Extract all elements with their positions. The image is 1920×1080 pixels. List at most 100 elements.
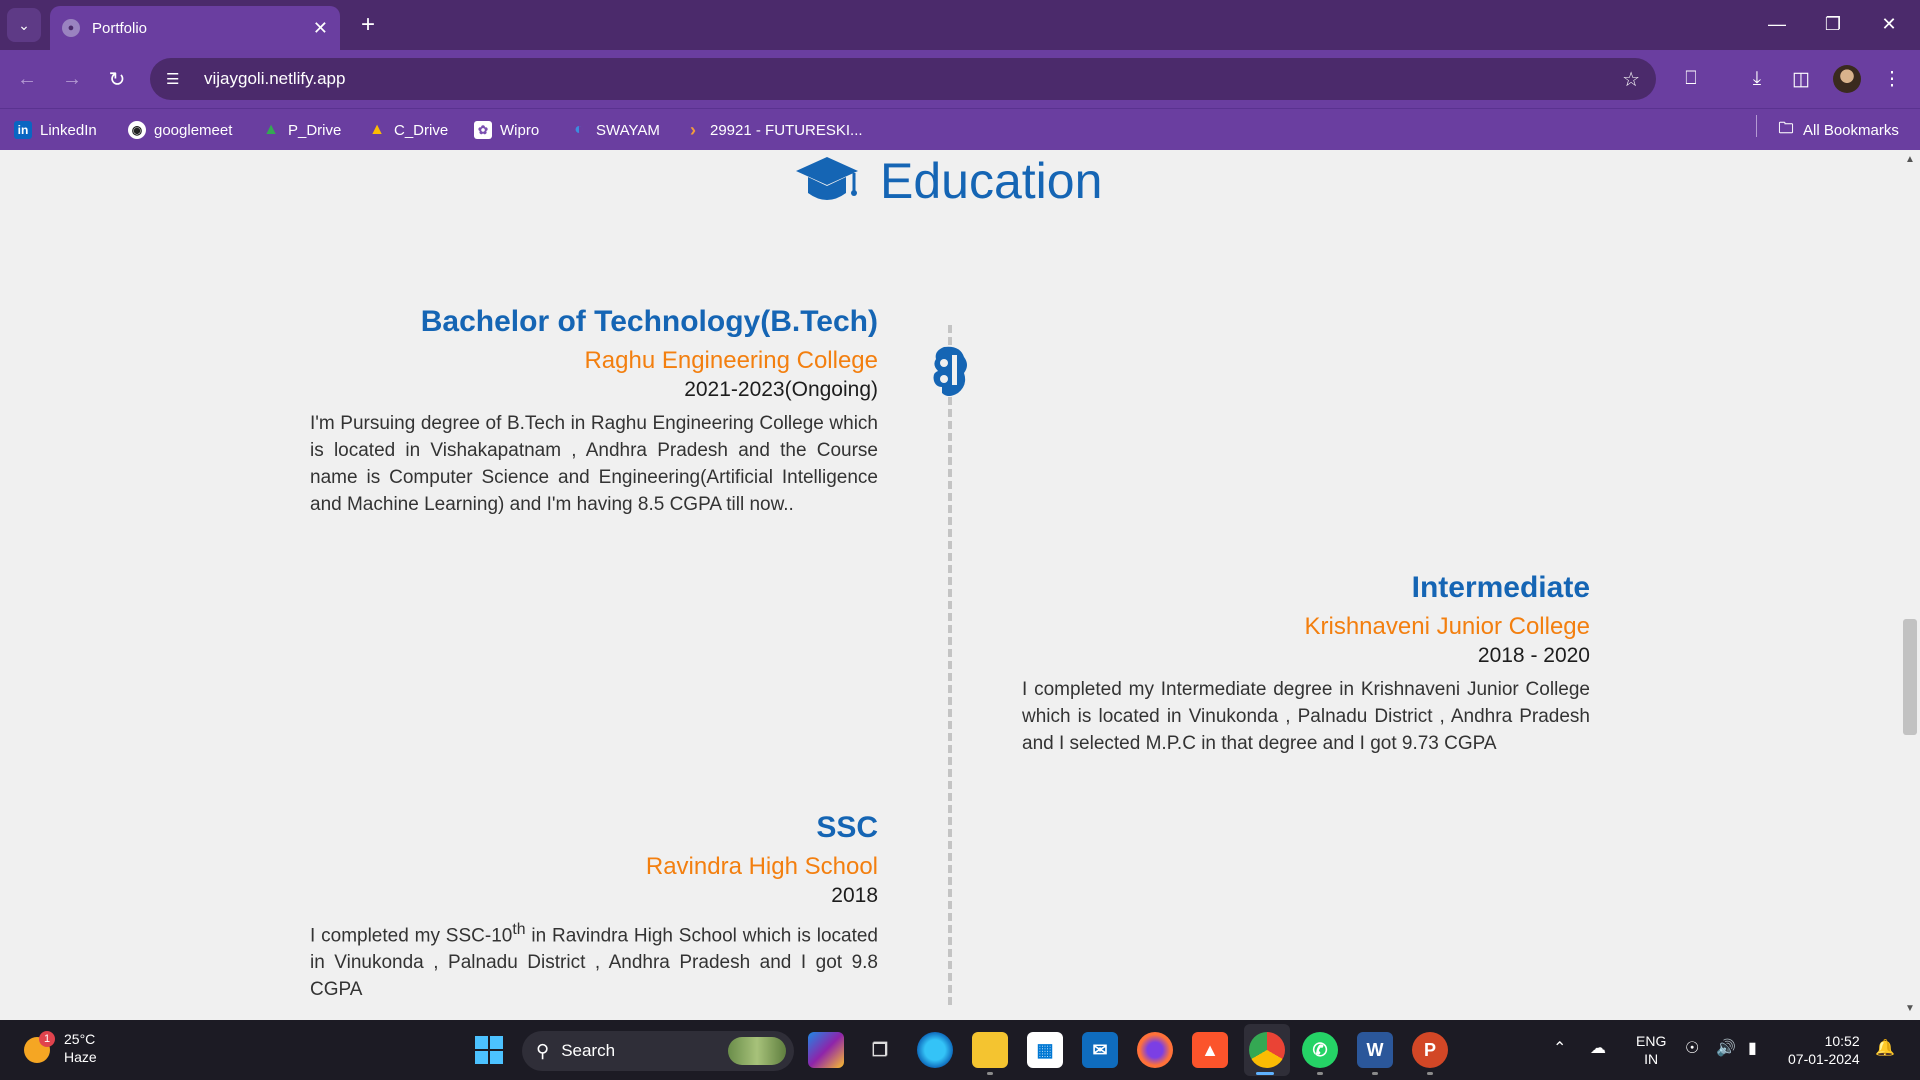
- entry-description: I completed my SSC-10th in Ravindra High…: [310, 916, 878, 1003]
- weather-widget[interactable]: 1 25°C Haze: [20, 1030, 97, 1066]
- bookmark-label: 29921 - FUTURESKI...: [710, 121, 863, 139]
- onedrive-cloud-icon[interactable]: ☁: [1590, 1038, 1606, 1058]
- college-name: Raghu Engineering College: [584, 347, 878, 374]
- battery-icon[interactable]: ▮: [1748, 1038, 1757, 1058]
- download-icon[interactable]: ⤓: [1740, 62, 1774, 96]
- taskbar-search[interactable]: ⚲ Search: [522, 1031, 794, 1071]
- weather-desc: Haze: [64, 1049, 97, 1065]
- side-panel-icon[interactable]: ◫: [1784, 62, 1818, 96]
- google-drive-icon: ▲: [369, 121, 385, 138]
- profile-avatar[interactable]: [1833, 65, 1861, 93]
- degree-title: SSC: [816, 811, 878, 844]
- running-dot: [987, 1072, 993, 1075]
- running-dot: [1317, 1072, 1323, 1075]
- years: 2018 - 2020: [1477, 644, 1590, 667]
- search-icon: ⚲: [536, 1040, 550, 1061]
- bookmark-futureskills[interactable]: › 29921 - FUTURESKI...: [684, 119, 863, 141]
- scroll-down-arrow-icon[interactable]: ▼: [1905, 1003, 1915, 1014]
- restore-icon[interactable]: ❐: [1813, 8, 1853, 40]
- bookmark-wipro[interactable]: ✿ Wipro: [474, 119, 539, 141]
- linkedin-icon: in: [14, 121, 32, 139]
- reload-icon[interactable]: ↻: [100, 62, 134, 96]
- entry-description: I completed my Intermediate degree in Kr…: [1022, 679, 1590, 754]
- graduation-cap-icon: [796, 157, 858, 200]
- file-explorer-icon[interactable]: [972, 1032, 1008, 1068]
- language-indicator[interactable]: ENG IN: [1636, 1032, 1666, 1068]
- bookmarks-divider: [1756, 115, 1757, 137]
- tab-title: Portfolio: [92, 19, 148, 37]
- windows-start-icon[interactable]: [471, 1032, 507, 1068]
- bookmark-swayam[interactable]: ◐ SWAYAM: [570, 119, 660, 141]
- forward-arrow-icon[interactable]: →: [55, 62, 89, 96]
- extensions-puzzle-icon[interactable]: ⎕: [1674, 62, 1708, 96]
- weather-sun-icon: 1: [20, 1031, 55, 1065]
- window-close-icon[interactable]: ✕: [1869, 8, 1909, 40]
- wifi-icon[interactable]: ☉: [1685, 1038, 1699, 1058]
- show-hidden-icons-chevron-icon[interactable]: ⌃: [1553, 1038, 1566, 1058]
- task-view-icon[interactable]: ❐: [862, 1032, 898, 1068]
- scroll-up-arrow-icon[interactable]: ▲: [1905, 154, 1915, 165]
- browser-toolbar: ← → ↻ ☰ vijaygoli.netlify.app ☆ ⎕ ⤓ ◫ ⋮: [0, 50, 1920, 108]
- entry-description: I'm Pursuing degree of B.Tech in Raghu E…: [310, 413, 878, 515]
- new-tab-plus-icon[interactable]: +: [352, 9, 384, 41]
- notification-bell-icon[interactable]: 🔔: [1875, 1038, 1895, 1058]
- bookmark-label: P_Drive: [288, 121, 342, 139]
- lang-line2: IN: [1644, 1051, 1659, 1067]
- google-drive-icon: ▲: [263, 121, 279, 138]
- bookmark-label: googlemeet: [154, 121, 233, 139]
- url-text: vijaygoli.netlify.app: [204, 69, 346, 88]
- section-title: Education: [880, 153, 1103, 209]
- clock-date: 07-01-2024: [1788, 1051, 1860, 1067]
- powerpoint-icon[interactable]: P: [1412, 1032, 1448, 1068]
- chevron-right-icon: ›: [690, 119, 696, 140]
- github-icon: ◉: [128, 121, 146, 139]
- education-entry-intermediate: Intermediate Krishnaveni Junior College …: [1022, 571, 1590, 757]
- copilot-icon[interactable]: [808, 1032, 844, 1068]
- page-scrollbar[interactable]: [1902, 151, 1920, 1019]
- degree-title: Bachelor of Technology(B.Tech): [420, 305, 878, 338]
- menu-kebab-icon[interactable]: ⋮: [1875, 62, 1909, 96]
- bookmark-label: C_Drive: [394, 121, 449, 139]
- windows-taskbar: 1 25°C Haze ⚲ Search ❐ ▦ ✉ ▲ ✆ W P ⌃ ☁ E…: [0, 1020, 1920, 1080]
- chrome-icon[interactable]: [1249, 1032, 1285, 1068]
- edge-icon[interactable]: [917, 1032, 953, 1068]
- back-arrow-icon[interactable]: ←: [10, 62, 44, 96]
- tab-portfolio[interactable]: ● Portfolio ✕: [50, 6, 340, 50]
- browser-tab-bar: ⌄ ● Portfolio ✕ + — ❐ ✕: [0, 0, 1920, 50]
- tab-close-icon[interactable]: ✕: [313, 18, 328, 39]
- college-name: Ravindra High School: [645, 853, 878, 880]
- bookmark-linkedin[interactable]: in LinkedIn: [14, 119, 97, 141]
- education-entry-btech: Bachelor of Technology(B.Tech) Raghu Eng…: [310, 305, 878, 518]
- scrollbar-thumb[interactable]: [1903, 619, 1917, 735]
- tab-search-chevron-icon[interactable]: ⌄: [7, 8, 41, 42]
- clock[interactable]: 10:52 07-01-2024: [1788, 1032, 1860, 1068]
- bookmark-p-drive[interactable]: ▲ P_Drive: [262, 119, 341, 141]
- years: 2018: [831, 884, 878, 907]
- education-entry-ssc: SSC Ravindra High School 2018 I complete…: [310, 811, 878, 1003]
- timeline-line: [948, 325, 952, 1005]
- bookmark-label: SWAYAM: [596, 121, 660, 139]
- bookmark-label: Wipro: [500, 121, 540, 139]
- whatsapp-icon[interactable]: ✆: [1302, 1032, 1338, 1068]
- site-settings-icon[interactable]: ☰: [166, 70, 188, 88]
- address-bar[interactable]: ☰ vijaygoli.netlify.app ☆: [150, 58, 1656, 100]
- volume-icon[interactable]: 🔊: [1716, 1038, 1736, 1058]
- bookmark-c-drive[interactable]: ▲ C_Drive: [368, 119, 448, 141]
- education-heading: Education: [794, 151, 1102, 211]
- firefox-icon[interactable]: [1137, 1032, 1173, 1068]
- microsoft-store-icon[interactable]: ▦: [1027, 1032, 1063, 1068]
- word-icon[interactable]: W: [1357, 1032, 1393, 1068]
- desc-part: I completed my SSC-10: [310, 925, 513, 947]
- degree-title: Intermediate: [1411, 571, 1590, 604]
- page-viewport: Education Bachelor of Technology(B.Tech)…: [0, 151, 1920, 1019]
- mail-icon[interactable]: ✉: [1082, 1032, 1118, 1068]
- running-dot: [1427, 1072, 1433, 1075]
- running-dot: [1372, 1072, 1378, 1075]
- brave-icon[interactable]: ▲: [1192, 1032, 1228, 1068]
- bookmark-googlemeet[interactable]: ◉ googlemeet: [128, 119, 232, 141]
- bookmark-star-icon[interactable]: ☆: [1622, 67, 1640, 92]
- weather-badge: 1: [39, 1031, 55, 1047]
- all-bookmarks[interactable]: 🗀 All Bookmarks: [1777, 119, 1898, 141]
- minimize-icon[interactable]: —: [1757, 8, 1797, 40]
- college-name: Krishnaveni Junior College: [1304, 613, 1591, 640]
